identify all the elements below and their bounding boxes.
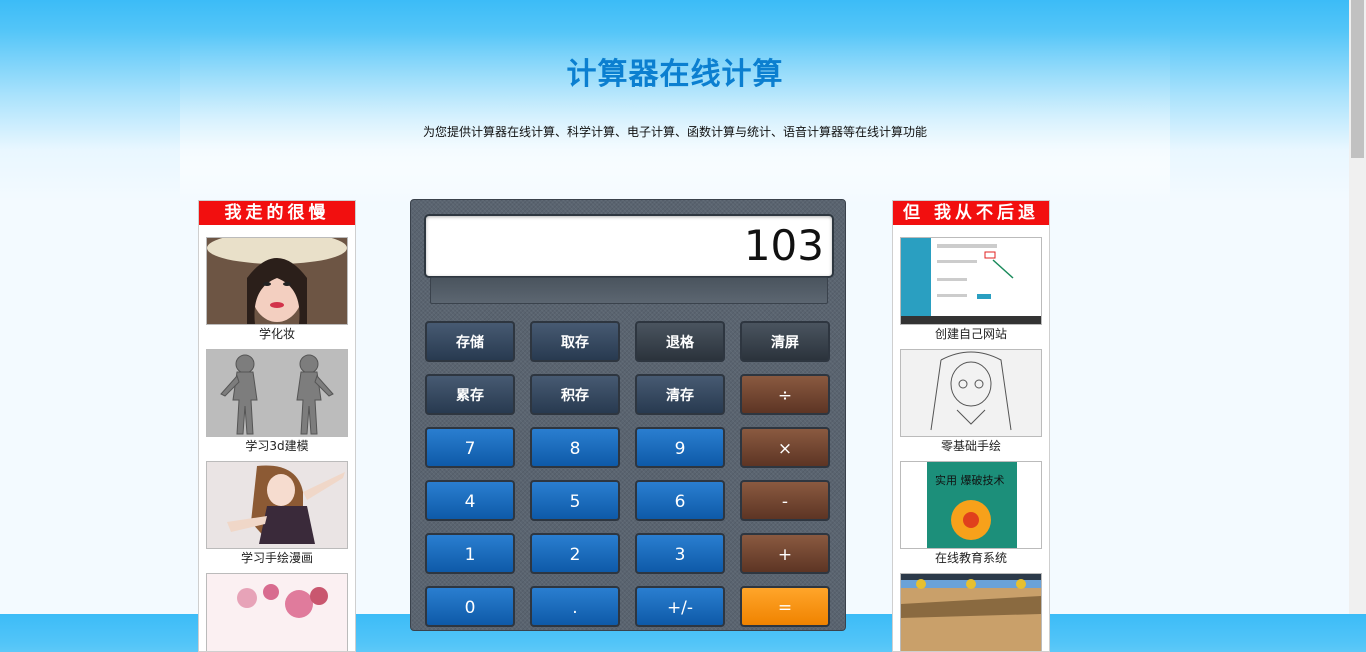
decimal-point-button[interactable]: . [530,586,620,627]
display-value: 103 [743,221,824,270]
ad-image-website[interactable] [900,237,1042,325]
ad-manga[interactable]: 学习手绘漫画 [206,461,348,566]
digit-3-button[interactable]: 3 [635,533,725,574]
ad-hand-drawing[interactable]: 零基础手绘 [900,349,1042,454]
ad-caption[interactable]: 学习3d建模 [206,438,348,454]
negate-button[interactable]: +/- [635,586,725,627]
memory-indicator-bar [430,277,828,304]
page-subtitle: 为您提供计算器在线计算、科学计算、电子计算、函数计算与统计、语音计算器等在线计算… [422,125,927,139]
ad-education-system[interactable]: 实用 爆破技术 在线教育系统 [900,461,1042,566]
ad-book-cover-text: 实用 爆破技术 [935,473,1005,487]
digit-6-button[interactable]: 6 [635,480,725,521]
ad-image-flowers[interactable] [206,573,348,651]
scrollbar-thumb[interactable] [1351,0,1364,158]
page-scrollbar[interactable] [1349,0,1366,614]
digit-0-button[interactable]: 0 [425,586,515,627]
ad-image-makeup[interactable] [206,237,348,325]
ad-caption[interactable]: 在线教育系统 [900,550,1042,566]
ad-create-website[interactable]: 创建自己网站 [900,237,1042,342]
divide-button[interactable]: ÷ [740,374,830,415]
ad-makeup[interactable]: 学化妆 [206,237,348,342]
store-button[interactable]: 存储 [425,321,515,362]
main-content: 计算器在线计算 为您提供计算器在线计算、科学计算、电子计算、函数计算与统计、语音… [180,34,1170,652]
backspace-button[interactable]: 退格 [635,321,725,362]
multiply-button[interactable]: × [740,427,830,468]
ad-image-book[interactable]: 实用 爆破技术 [900,461,1042,549]
minus-button[interactable]: - [740,480,830,521]
page-title: 计算器在线计算 [566,57,784,92]
ad-caption[interactable]: 学化妆 [206,326,348,342]
digit-8-button[interactable]: 8 [530,427,620,468]
left-banner: 我走的很慢 [199,201,355,225]
right-banner: 但 我从不后退 [893,201,1049,225]
ad-caption[interactable]: 创建自己网站 [900,326,1042,342]
ad-3d-modeling[interactable]: 学习3d建模 [206,349,348,454]
ad-caption[interactable]: 零基础手绘 [900,438,1042,454]
calculator-display: 103 [424,214,834,278]
equals-button[interactable]: = [740,586,830,627]
digit-9-button[interactable]: 9 [635,427,725,468]
ad-image-sketch[interactable] [900,349,1042,437]
ad-image-manga[interactable] [206,461,348,549]
digit-5-button[interactable]: 5 [530,480,620,521]
ad-caption[interactable]: 学习手绘漫画 [206,550,348,566]
digit-4-button[interactable]: 4 [425,480,515,521]
ad-image-game[interactable] [900,573,1042,651]
memory-multiply-button[interactable]: 积存 [530,374,620,415]
memory-add-button[interactable]: 累存 [425,374,515,415]
calculator: 103 存储 取存 退格 清屏 累存 积存 清存 ÷ 7 8 9 × 4 5 6… [410,199,846,631]
ad-image-3d[interactable] [206,349,348,437]
memory-clear-button[interactable]: 清存 [635,374,725,415]
ad-flowers[interactable] [206,573,348,651]
clear-screen-button[interactable]: 清屏 [740,321,830,362]
digit-7-button[interactable]: 7 [425,427,515,468]
recall-button[interactable]: 取存 [530,321,620,362]
left-ad-panel: 我走的很慢 学化妆 学习3d建模 学习手绘漫画 [198,200,356,652]
plus-button[interactable]: + [740,533,830,574]
digit-2-button[interactable]: 2 [530,533,620,574]
digit-1-button[interactable]: 1 [425,533,515,574]
ad-game[interactable] [900,573,1042,651]
right-ad-panel: 但 我从不后退 创建自己网站 零基础手绘 实用 爆破技术 在线教育系统 [892,200,1050,652]
